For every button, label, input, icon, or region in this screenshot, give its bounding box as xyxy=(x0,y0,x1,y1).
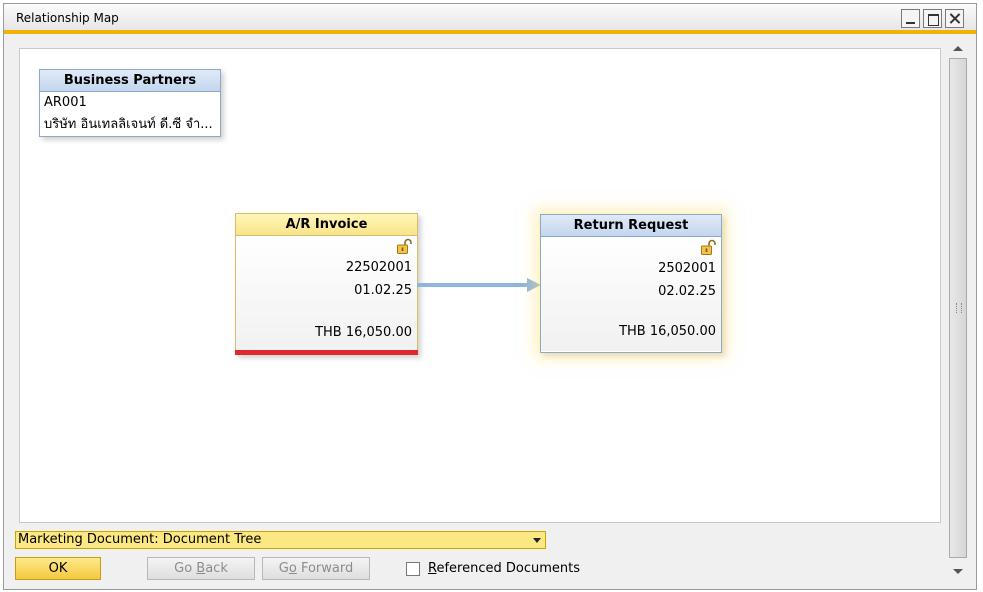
go-back-label-pre: Go xyxy=(174,561,197,576)
return-request-date: 02.02.25 xyxy=(658,284,716,299)
go-back-label-key: B xyxy=(196,561,206,576)
ar-invoice-date: 01.02.25 xyxy=(354,283,412,298)
go-back-button[interactable]: Go Back xyxy=(147,557,255,580)
vertical-scrollbar[interactable] xyxy=(947,38,969,582)
view-select-value: Marketing Document: Document Tree xyxy=(18,532,262,547)
scroll-down-icon[interactable] xyxy=(948,562,968,580)
referenced-documents-checkbox[interactable] xyxy=(406,562,420,576)
scrollbar-thumb[interactable] xyxy=(949,58,967,558)
business-partner-header: Business Partners xyxy=(40,70,220,92)
referenced-documents-label[interactable]: Referenced Documents xyxy=(428,561,580,576)
window-title: Relationship Map xyxy=(16,11,119,25)
view-select-dropdown[interactable]: Marketing Document: Document Tree xyxy=(15,531,546,549)
ar-invoice-node[interactable]: A/R Invoice 22502001 01.02.25 THB 16,050… xyxy=(235,213,418,355)
go-back-label-post: ack xyxy=(205,561,228,576)
open-lock-icon xyxy=(397,238,412,254)
return-request-number: 2502001 xyxy=(658,261,716,276)
return-request-header: Return Request xyxy=(541,215,721,237)
maximize-button[interactable] xyxy=(923,9,942,28)
ok-button[interactable]: OK xyxy=(15,557,101,580)
grip-icon xyxy=(956,303,962,313)
link-arrow-icon xyxy=(417,278,541,292)
go-forward-label-pre: G xyxy=(278,561,289,576)
minimize-button[interactable] xyxy=(901,9,920,28)
ar-invoice-number: 22502001 xyxy=(345,260,412,275)
return-request-node[interactable]: Return Request 2502001 02.02.25 THB 16,0… xyxy=(540,214,722,353)
status-bar xyxy=(235,350,418,355)
scroll-up-icon[interactable] xyxy=(948,40,968,58)
business-partner-name: บริษัท อินเทลลิเจนท์ ดี.ซี จำ... xyxy=(44,117,213,132)
open-lock-icon xyxy=(701,239,716,255)
ar-invoice-header: A/R Invoice xyxy=(236,214,417,236)
go-forward-button[interactable]: Go Forward xyxy=(262,557,370,580)
go-forward-label-key: o xyxy=(288,561,297,576)
chevron-down-icon[interactable] xyxy=(533,538,541,543)
close-button[interactable] xyxy=(945,9,964,28)
return-request-total: THB 16,050.00 xyxy=(619,324,716,339)
ar-invoice-total: THB 16,050.00 xyxy=(315,325,412,340)
business-partner-code: AR001 xyxy=(44,95,87,110)
title-bar[interactable]: Relationship Map xyxy=(4,4,976,34)
go-forward-label-post: Forward xyxy=(296,561,354,576)
business-partner-node[interactable]: Business Partners AR001 บริษัท อินเทลลิเ… xyxy=(39,69,221,137)
